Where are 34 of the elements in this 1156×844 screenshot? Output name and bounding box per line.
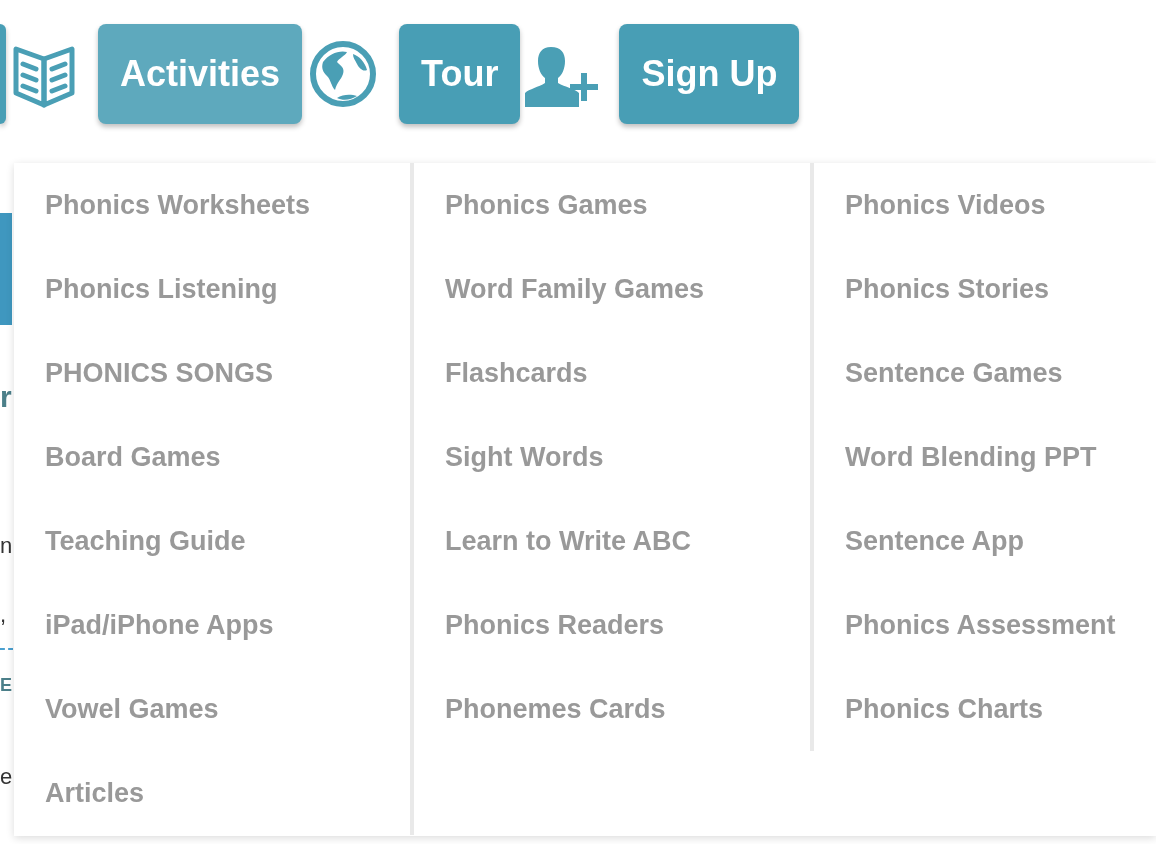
nav-button[interactable]: Activities xyxy=(98,24,303,124)
nav-button[interactable]: Sign Up xyxy=(619,24,800,124)
nav-button[interactable] xyxy=(0,24,6,124)
menu-item[interactable]: Phonics Games xyxy=(414,163,810,247)
menu-item[interactable]: Articles xyxy=(14,751,410,835)
heading-fragment: r xyxy=(0,382,12,412)
menu-item[interactable]: Teaching Guide xyxy=(14,499,410,583)
menu-item[interactable]: Phonics Assessment xyxy=(814,583,1156,667)
text-fragment: , xyxy=(0,604,7,626)
menu-item[interactable]: Board Games xyxy=(14,415,410,499)
menu-item[interactable]: Phonics Listening xyxy=(14,247,410,331)
menu-item[interactable]: Phonemes Cards xyxy=(414,667,810,751)
nav-button[interactable]: Tour xyxy=(399,24,521,124)
menu-item[interactable]: Phonics Readers xyxy=(414,583,810,667)
text-fragment: n xyxy=(0,535,13,557)
globe-icon[interactable] xyxy=(309,40,378,108)
menu-item[interactable]: Phonics Stories xyxy=(814,247,1156,331)
add-user-icon[interactable] xyxy=(525,45,601,107)
menu-item[interactable]: Vowel Games xyxy=(14,667,410,751)
heading-fragment: E xyxy=(0,676,12,694)
menu-item[interactable]: PHONICS SONGS xyxy=(14,331,410,415)
menu-item[interactable]: Word Family Games xyxy=(414,247,810,331)
menu-item[interactable]: Phonics Charts xyxy=(814,667,1156,751)
menu-item[interactable]: iPad/iPhone Apps xyxy=(14,583,410,667)
menu-item[interactable]: Phonics Worksheets xyxy=(14,163,410,247)
menu-item[interactable]: Word Blending PPT xyxy=(814,415,1156,499)
text-fragment: e xyxy=(0,766,13,788)
book-icon[interactable] xyxy=(12,46,76,108)
menu-item[interactable]: Sentence Games xyxy=(814,331,1156,415)
menu-item[interactable]: Sight Words xyxy=(414,415,810,499)
menu-item[interactable]: Sentence App xyxy=(814,499,1156,583)
menu-item[interactable]: Flashcards xyxy=(414,331,810,415)
menu-item[interactable]: Phonics Videos xyxy=(814,163,1156,247)
menu-item[interactable]: Learn to Write ABC xyxy=(414,499,810,583)
